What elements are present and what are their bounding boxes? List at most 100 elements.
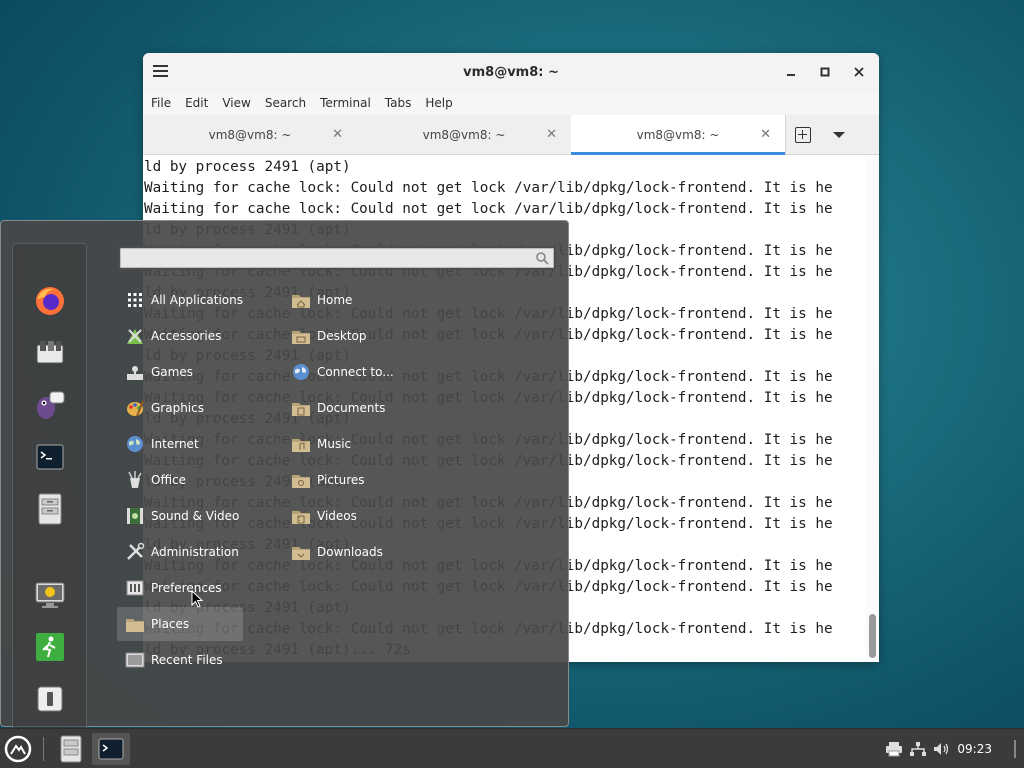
place-label: Home	[317, 293, 353, 307]
category-label: Games	[151, 365, 193, 379]
network-button[interactable]	[909, 741, 927, 757]
category-sound-video[interactable]: Sound & Video	[117, 499, 243, 533]
place-label: Documents	[317, 401, 386, 415]
place-label: Connect to...	[317, 365, 394, 379]
search-field[interactable]	[118, 246, 556, 270]
favorite-firefox[interactable]	[33, 284, 67, 318]
home-folder-icon	[291, 290, 311, 310]
clock[interactable]: 09:23	[957, 742, 992, 756]
tools-icon	[125, 542, 145, 562]
show-desktop-icon	[1014, 740, 1016, 758]
maximize-button[interactable]	[813, 62, 837, 82]
category-label: Preferences	[151, 581, 222, 595]
software-manager-icon	[36, 341, 64, 364]
category-office[interactable]: Office	[117, 463, 243, 497]
hamburger-menu-icon[interactable]	[153, 65, 168, 78]
terminal-scrollbar[interactable]	[865, 155, 879, 662]
volume-button[interactable]	[933, 741, 951, 757]
place-desktop[interactable]: Desktop	[285, 319, 445, 353]
printer-button[interactable]	[885, 741, 903, 757]
category-administration[interactable]: Administration	[117, 535, 243, 569]
window-titlebar[interactable]: vm8@vm8: ~	[143, 53, 879, 91]
place-downloads[interactable]: Downloads	[285, 535, 445, 569]
tab-close-icon[interactable]: ✕	[760, 127, 771, 142]
terminal-line: Waiting for cache lock: Could not get lo…	[144, 180, 833, 196]
taskbar: 09:23	[0, 728, 1024, 768]
videos-folder-icon	[291, 506, 311, 526]
volume-icon	[934, 743, 949, 755]
place-documents[interactable]: Documents	[285, 391, 445, 425]
new-tab-icon	[794, 126, 811, 143]
accessories-icon	[125, 326, 145, 346]
category-internet[interactable]: Internet	[117, 427, 243, 461]
terminal-tab-1[interactable]: vm8@vm8: ~ ✕	[143, 115, 357, 154]
place-videos[interactable]: Videos	[285, 499, 445, 533]
category-label: Accessories	[151, 329, 222, 343]
terminal-line: Waiting for cache lock: Could not get lo…	[144, 201, 833, 217]
recent-files-icon	[125, 650, 145, 670]
tab-label: vm8@vm8: ~	[422, 127, 506, 142]
show-desktop-button[interactable]	[1014, 740, 1016, 758]
tab-close-icon[interactable]: ✕	[546, 127, 557, 142]
new-tab-button[interactable]	[785, 115, 819, 154]
favorite-pidgin[interactable]	[33, 388, 67, 422]
documents-folder-icon	[291, 398, 311, 418]
window-title: vm8@vm8: ~	[463, 64, 559, 80]
category-recent-files[interactable]: Recent Files	[117, 643, 243, 677]
close-window-button[interactable]	[847, 62, 871, 82]
menu-help[interactable]: Help	[425, 96, 452, 110]
place-music[interactable]: Music	[285, 427, 445, 461]
menu-view[interactable]: View	[222, 96, 250, 110]
chevron-down-icon	[833, 131, 845, 138]
maximize-icon	[820, 67, 830, 77]
place-home[interactable]: Home	[285, 283, 445, 317]
terminal-tab-2[interactable]: vm8@vm8: ~ ✕	[357, 115, 571, 154]
tab-bar: vm8@vm8: ~ ✕ vm8@vm8: ~ ✕ vm8@vm8: ~ ✕	[143, 115, 879, 155]
menu-search[interactable]: Search	[265, 96, 306, 110]
category-games[interactable]: Games	[117, 355, 243, 389]
favorites-bar	[12, 243, 87, 733]
category-all-applications[interactable]: All Applications	[117, 283, 243, 317]
category-preferences[interactable]: Preferences	[117, 571, 243, 605]
menu-file[interactable]: File	[151, 96, 171, 110]
favorite-lock-screen[interactable]	[33, 578, 67, 612]
lock-screen-icon	[35, 582, 65, 608]
printer-icon	[886, 742, 903, 757]
category-graphics[interactable]: Graphics	[117, 391, 243, 425]
pidgin-icon	[37, 391, 65, 419]
file-cabinet-icon	[60, 735, 82, 763]
menu-tabs[interactable]: Tabs	[385, 96, 412, 110]
favorite-logout[interactable]	[33, 630, 67, 664]
network-globe-icon	[291, 362, 311, 382]
category-label: Graphics	[151, 401, 204, 415]
terminal-tab-3[interactable]: vm8@vm8: ~ ✕	[571, 115, 785, 155]
place-pictures[interactable]: Pictures	[285, 463, 445, 497]
favorite-terminal[interactable]	[33, 440, 67, 474]
menu-edit[interactable]: Edit	[185, 96, 208, 110]
category-label: Recent Files	[151, 653, 223, 667]
menu-launcher-button[interactable]	[2, 733, 34, 765]
tab-list-button[interactable]	[819, 115, 859, 154]
mouse-cursor-icon	[191, 590, 204, 608]
favorite-files[interactable]	[33, 492, 67, 526]
search-input[interactable]	[120, 248, 520, 266]
tab-close-icon[interactable]: ✕	[332, 127, 343, 142]
search-icon	[536, 252, 549, 265]
pictures-folder-icon	[291, 470, 311, 490]
minimize-button[interactable]	[779, 62, 803, 82]
scrollbar-thumb[interactable]	[869, 614, 876, 658]
network-icon	[910, 742, 927, 756]
file-cabinet-icon	[38, 493, 62, 525]
terminal-line: ld by process 2491 (apt)	[144, 159, 351, 175]
favorite-shutdown[interactable]	[33, 682, 67, 716]
system-tray: 09:23	[879, 729, 1024, 768]
category-label: Places	[151, 617, 190, 631]
taskbar-terminal-window[interactable]	[92, 733, 130, 765]
category-places[interactable]: Places	[117, 607, 243, 641]
place-connect-to[interactable]: Connect to...	[285, 355, 445, 389]
taskbar-files-launcher[interactable]	[56, 733, 86, 765]
menu-terminal[interactable]: Terminal	[320, 96, 371, 110]
favorite-software-manager[interactable]	[33, 336, 67, 370]
category-accessories[interactable]: Accessories	[117, 319, 243, 353]
graphics-icon	[125, 398, 145, 418]
